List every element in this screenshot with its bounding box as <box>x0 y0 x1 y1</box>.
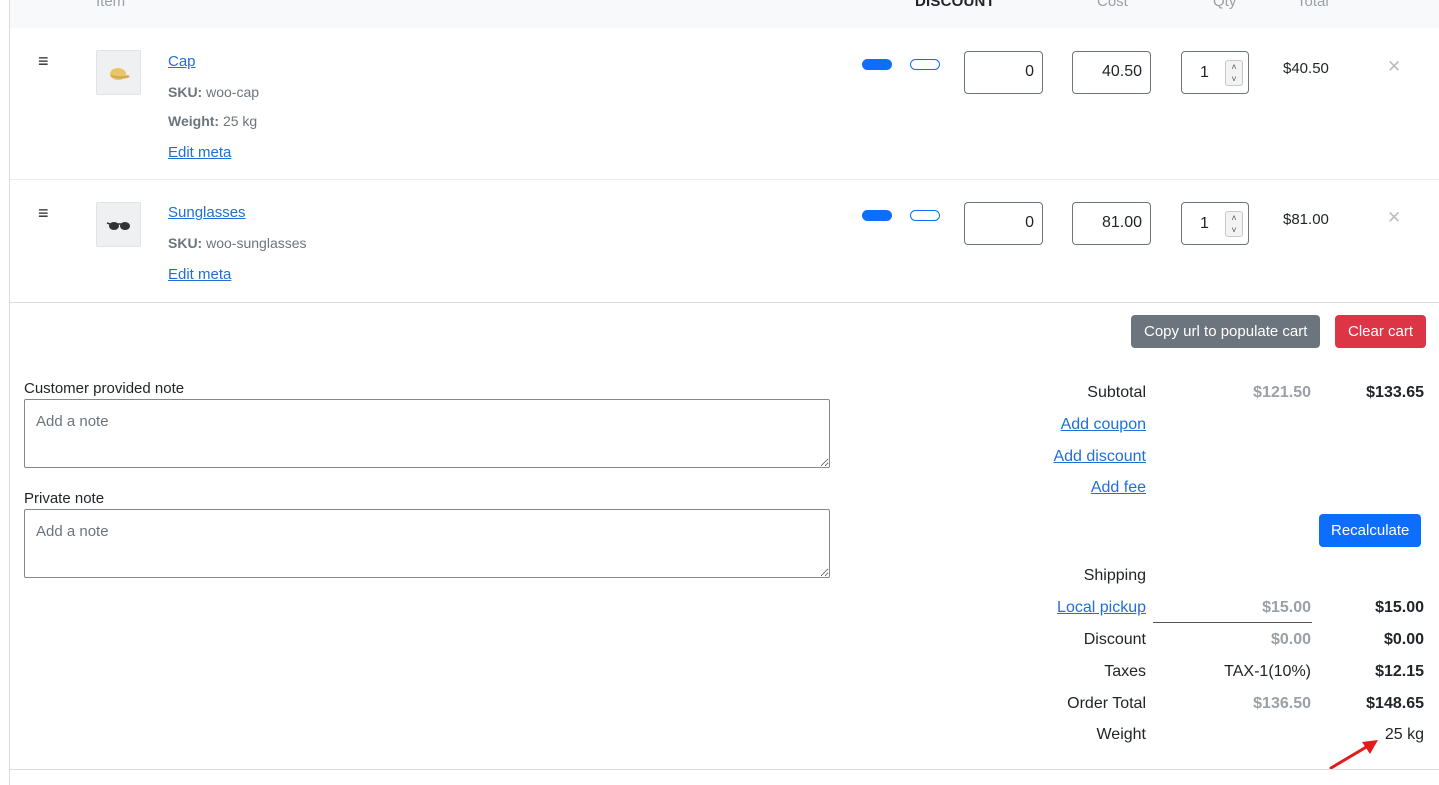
discount-after: $0.00 <box>1383 631 1424 648</box>
header-cost: Cost <box>1097 0 1128 10</box>
private-note-label: Private note <box>24 490 105 507</box>
sku-value: woo-sunglasses <box>206 235 307 251</box>
tax-name: TAX-1(10%) <box>1224 663 1311 680</box>
weight-label: Weight: <box>168 113 220 129</box>
subtotal-before: $121.50 <box>1253 384 1311 401</box>
quantity-stepper[interactable]: 1 ˄ ˅ <box>1181 202 1249 245</box>
weight-total-label: Weight <box>1096 726 1146 743</box>
remove-item-icon[interactable]: ✕ <box>1387 57 1401 77</box>
drag-handle-icon[interactable]: ≡ <box>38 52 49 70</box>
sku-value: woo-cap <box>206 84 260 100</box>
order-total-label: Order Total <box>1067 695 1146 712</box>
quantity-stepper[interactable]: 1 ˄ ˅ <box>1181 51 1249 94</box>
subtotal-after: $133.65 <box>1366 384 1424 401</box>
sku-label: SKU: <box>168 235 203 251</box>
discount-before: $0.00 <box>1270 631 1311 648</box>
clear-cart-button[interactable]: Clear cart <box>1335 315 1427 348</box>
product-link-sunglasses[interactable]: Sunglasses <box>168 204 246 221</box>
weight-value: 25 kg <box>222 113 258 129</box>
annotation-arrow-icon <box>1329 740 1378 770</box>
taxes-label: Taxes <box>1104 663 1146 680</box>
weight-total-value: 25 kg <box>1384 726 1424 743</box>
cost-input[interactable]: 40.50 <box>1072 51 1151 94</box>
cap-image-icon <box>109 67 130 80</box>
line-total: $81.00 <box>1283 211 1329 228</box>
product-sku: SKU: woo-cap <box>168 84 259 100</box>
table-row: ≡ Sunglasses SKU: woo-sunglasses Edit me… <box>10 180 1439 303</box>
product-weight: Weight: 25 kg <box>168 113 257 129</box>
discount-input[interactable]: 0 <box>964 51 1043 94</box>
product-link-cap[interactable]: Cap <box>168 53 196 70</box>
edit-meta-link[interactable]: Edit meta <box>168 144 231 161</box>
private-note-field[interactable] <box>24 509 830 578</box>
items-table-header: Item DISCOUNT Cost Qty Total <box>10 0 1439 28</box>
add-coupon-link[interactable]: Add coupon <box>1061 416 1146 434</box>
taxes-after: $12.15 <box>1375 663 1424 680</box>
header-total: Total <box>1297 0 1329 10</box>
quantity-value: 1 <box>1200 64 1209 81</box>
header-item: Item <box>96 0 126 10</box>
local-pickup-link[interactable]: Local pickup <box>1057 599 1146 617</box>
remove-item-icon[interactable]: ✕ <box>1387 208 1401 228</box>
discount-input[interactable]: 0 <box>964 202 1043 245</box>
subtotal-label: Subtotal <box>1087 384 1146 401</box>
product-thumbnail <box>96 202 141 247</box>
line-total: $40.50 <box>1283 60 1329 77</box>
recalculate-button[interactable]: Recalculate <box>1319 514 1422 547</box>
discount-type-toggle-on[interactable] <box>862 59 892 70</box>
sku-label: SKU: <box>168 84 203 100</box>
quantity-spin-icon[interactable]: ˄ ˅ <box>1225 211 1243 237</box>
discount-type-toggle-off[interactable] <box>910 210 940 221</box>
discount-type-toggle-on[interactable] <box>862 210 892 221</box>
customer-note-label: Customer provided note <box>24 380 185 397</box>
table-row: ≡ Cap SKU: woo-cap Weight: 25 kg Edit me… <box>10 28 1439 180</box>
product-sku: SKU: woo-sunglasses <box>168 235 307 251</box>
shipping-after: $15.00 <box>1375 599 1424 616</box>
product-thumbnail <box>96 50 141 95</box>
quantity-value: 1 <box>1200 215 1209 232</box>
order-total-before: $136.50 <box>1253 695 1311 712</box>
add-fee-link[interactable]: Add fee <box>1091 479 1146 497</box>
quantity-spin-icon[interactable]: ˄ ˅ <box>1225 60 1243 86</box>
edit-meta-link[interactable]: Edit meta <box>168 266 231 283</box>
header-discount: DISCOUNT <box>915 0 995 10</box>
discount-type-toggle-off[interactable] <box>910 59 940 70</box>
drag-handle-icon[interactable]: ≡ <box>38 204 49 222</box>
shipping-label: Shipping <box>1083 567 1146 584</box>
shipping-before: $15.00 <box>1262 599 1311 616</box>
discount-label: Discount <box>1083 631 1146 648</box>
copy-url-button[interactable]: Copy url to populate cart <box>1131 315 1321 348</box>
header-qty: Qty <box>1213 0 1237 10</box>
add-discount-link[interactable]: Add discount <box>1053 448 1146 466</box>
order-total-after: $148.65 <box>1366 695 1424 712</box>
shipping-divider <box>1153 622 1312 623</box>
sunglasses-image-icon <box>106 221 130 230</box>
cost-input[interactable]: 81.00 <box>1072 202 1151 245</box>
panel-bottom-divider <box>10 769 1439 770</box>
customer-note-field[interactable] <box>24 399 830 468</box>
